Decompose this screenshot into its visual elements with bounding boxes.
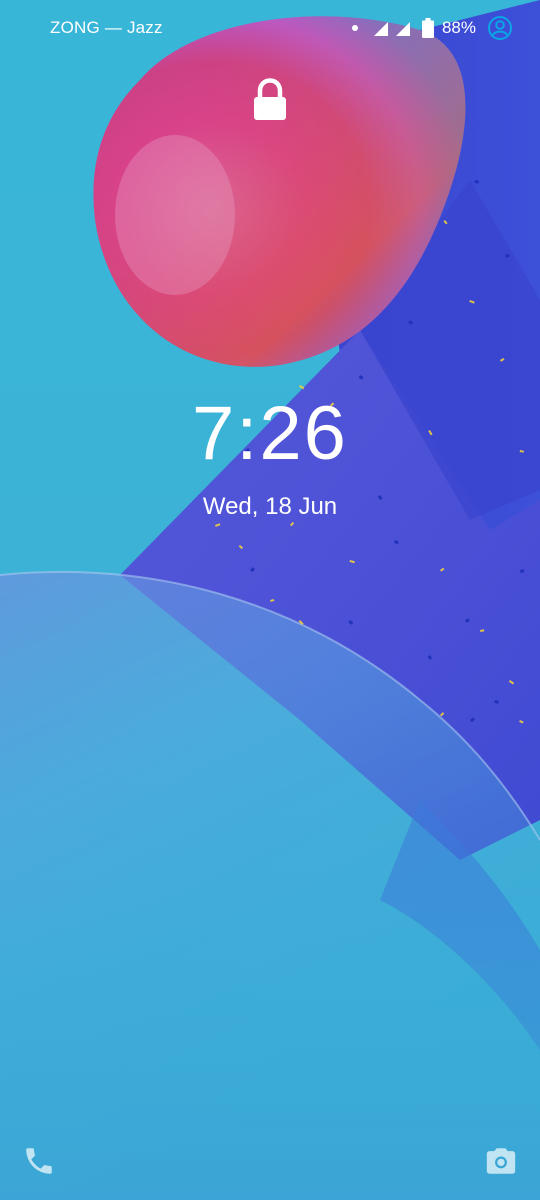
notification-dot-icon bbox=[351, 25, 358, 31]
signal-icon bbox=[395, 22, 410, 36]
battery-percent: 88% bbox=[441, 18, 476, 37]
signal-icon bbox=[373, 22, 388, 36]
account-icon bbox=[488, 16, 512, 40]
lock-screen: ZONG — Jazz 88% 7:26 Wed, 18 Jun bbox=[0, 0, 540, 1200]
wallpaper bbox=[0, 0, 540, 1200]
lock-icon bbox=[254, 78, 286, 120]
camera-icon[interactable] bbox=[484, 1144, 518, 1178]
carrier-name: ZONG — Jazz bbox=[50, 18, 163, 37]
status-bar: ZONG — Jazz 88% bbox=[0, 0, 540, 58]
lock-screen-date: Wed, 18 Jun bbox=[202, 493, 338, 520]
status-icons: 88% bbox=[351, 15, 512, 41]
phone-icon[interactable] bbox=[22, 1144, 56, 1178]
battery-icon bbox=[421, 18, 434, 38]
lock-screen-clock: 7:26 bbox=[192, 391, 348, 476]
